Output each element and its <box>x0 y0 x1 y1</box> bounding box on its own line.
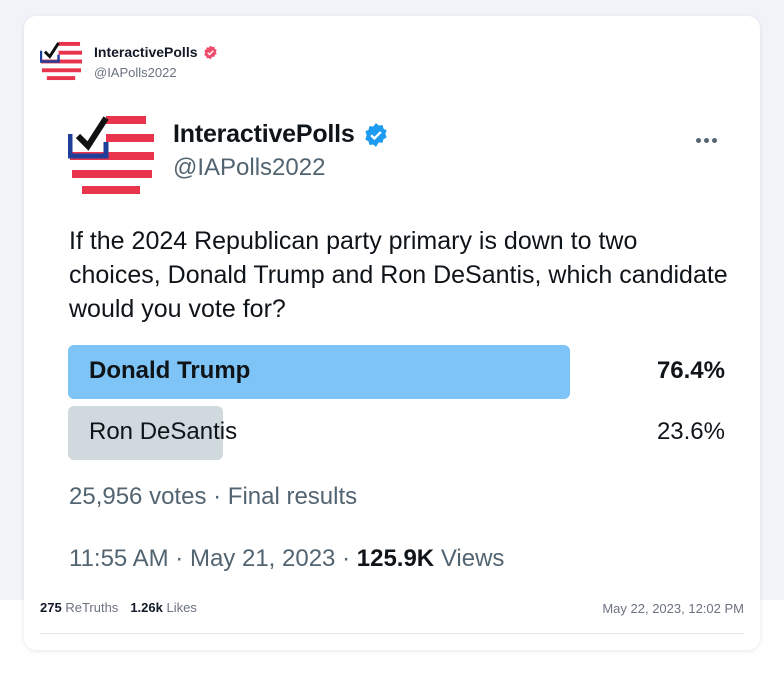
views-count: 125.9K <box>356 545 435 572</box>
poll-summary: 25,956 votes · Final results <box>69 483 357 511</box>
embedded-author-name: InteractivePolls <box>173 120 355 148</box>
embedded-author-handle: @IAPolls2022 <box>173 154 326 181</box>
divider <box>40 633 744 634</box>
likes-stat[interactable]: 1.26k Likes <box>130 600 197 615</box>
poll-option-label: Ron DeSantis <box>89 418 238 445</box>
post-card: InteractivePolls @IAPolls2022 Interactiv… <box>24 16 760 650</box>
likes-count: 1.26k <box>130 600 163 615</box>
separator: · <box>213 483 222 510</box>
embedded-meta-line: 11:55 AM · May 21, 2023 · 125.9K Views <box>69 545 504 573</box>
more-horizontal-icon <box>696 130 726 143</box>
embedded-time: 11:55 AM <box>69 545 169 572</box>
post-stats: 275 ReTruths 1.26k Likes <box>40 600 197 615</box>
verified-badge-icon <box>364 122 387 147</box>
poll-option-percent: 23.6% <box>656 418 725 445</box>
embedded-tweet-image[interactable]: InteractivePolls @IAPolls2022 If the 202… <box>40 98 744 586</box>
retruths-stat[interactable]: 275 ReTruths <box>40 600 118 615</box>
verified-badge-icon <box>203 45 217 59</box>
retruths-count: 275 <box>40 600 62 615</box>
author-handle[interactable]: @IAPolls2022 <box>94 65 177 80</box>
poll-option: Donald Trump 76.4% <box>68 345 725 399</box>
poll-option: Ron DeSantis 23.6% <box>68 406 725 460</box>
post-header: InteractivePolls @IAPolls2022 <box>40 40 440 82</box>
poll-option-label: Donald Trump <box>89 357 251 384</box>
poll-vote-count: 25,956 votes <box>69 483 207 510</box>
author-name[interactable]: InteractivePolls <box>94 44 198 60</box>
post-timestamp[interactable]: May 22, 2023, 12:02 PM <box>602 601 744 616</box>
avatar[interactable] <box>40 40 82 82</box>
retruths-label: ReTruths <box>65 600 119 615</box>
embedded-avatar <box>68 112 154 198</box>
separator: · <box>342 545 351 572</box>
poll-option-percent: 76.4% <box>656 357 725 384</box>
poll-question: If the 2024 Republican party primary is … <box>69 227 728 323</box>
likes-label: Likes <box>166 600 197 615</box>
views-label: Views <box>440 545 505 572</box>
poll-status: Final results <box>227 483 358 510</box>
embedded-date: May 21, 2023 <box>189 545 336 572</box>
separator: · <box>175 545 184 572</box>
